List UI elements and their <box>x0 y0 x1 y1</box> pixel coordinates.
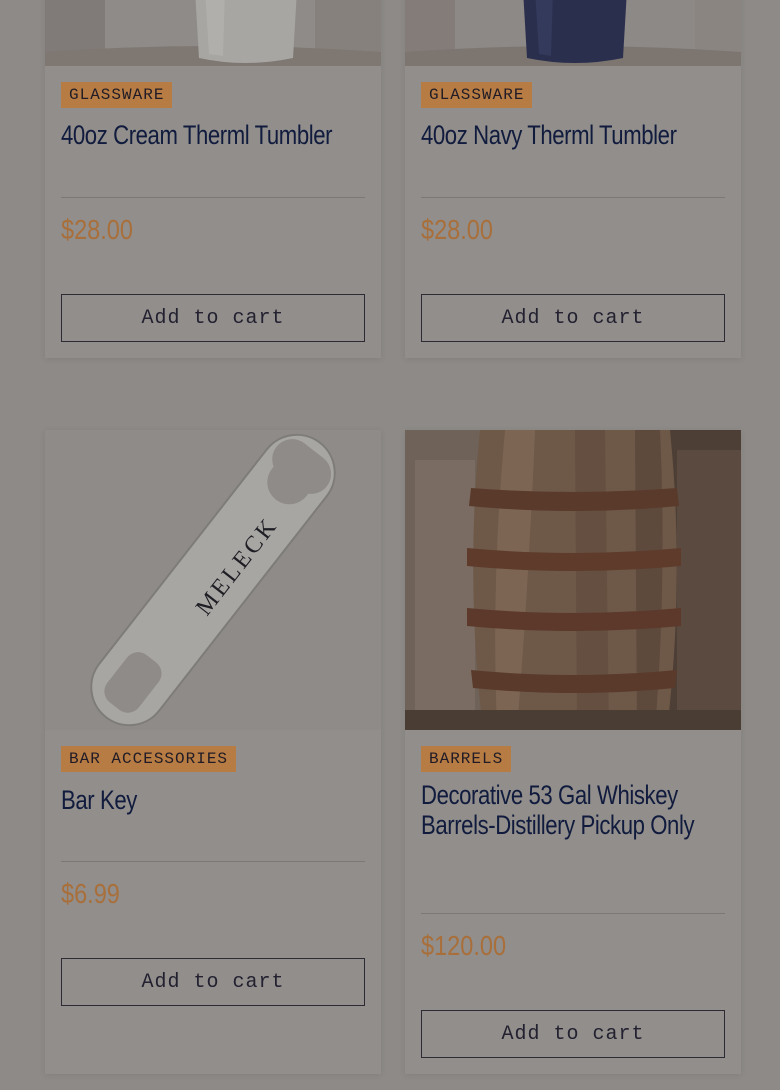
product-card[interactable]: BARRELS Decorative 53 Gal Whiskey Barrel… <box>405 430 741 1074</box>
product-image[interactable]: MELECK <box>45 430 381 730</box>
product-price: $120.00 <box>421 930 507 961</box>
divider <box>421 913 725 914</box>
product-title[interactable]: 40oz Navy Therml Tumbler <box>421 120 724 150</box>
divider <box>61 197 365 198</box>
add-to-cart-button[interactable]: Add to cart <box>421 1010 725 1058</box>
product-price: $6.99 <box>61 878 120 909</box>
product-title[interactable]: Bar Key <box>61 785 364 815</box>
product-image[interactable] <box>405 430 741 730</box>
product-category-badge[interactable]: BARRELS <box>421 746 512 772</box>
add-to-cart-button[interactable]: Add to cart <box>421 294 725 342</box>
product-card[interactable]: GLASSWARE 40oz Navy Therml Tumbler $28.0… <box>405 0 741 358</box>
product-title[interactable]: 40oz Cream Therml Tumbler <box>61 120 364 150</box>
product-image[interactable] <box>405 0 741 66</box>
product-price: $28.00 <box>421 214 493 245</box>
product-title[interactable]: Decorative 53 Gal Whiskey Barrels-Distil… <box>421 780 724 840</box>
add-to-cart-button[interactable]: Add to cart <box>61 958 365 1006</box>
product-card[interactable]: MELECK BAR ACCESSORIES Bar Key $6.99 Add… <box>45 430 381 1074</box>
divider <box>421 197 725 198</box>
product-category-badge[interactable]: BAR ACCESSORIES <box>61 746 237 772</box>
product-category-badge[interactable]: GLASSWARE <box>61 82 173 108</box>
add-to-cart-button[interactable]: Add to cart <box>61 294 365 342</box>
product-category-badge[interactable]: GLASSWARE <box>421 82 533 108</box>
product-image[interactable] <box>45 0 381 66</box>
product-price: $28.00 <box>61 214 133 245</box>
divider <box>61 861 365 862</box>
product-card[interactable]: GLASSWARE 40oz Cream Therml Tumbler $28.… <box>45 0 381 358</box>
